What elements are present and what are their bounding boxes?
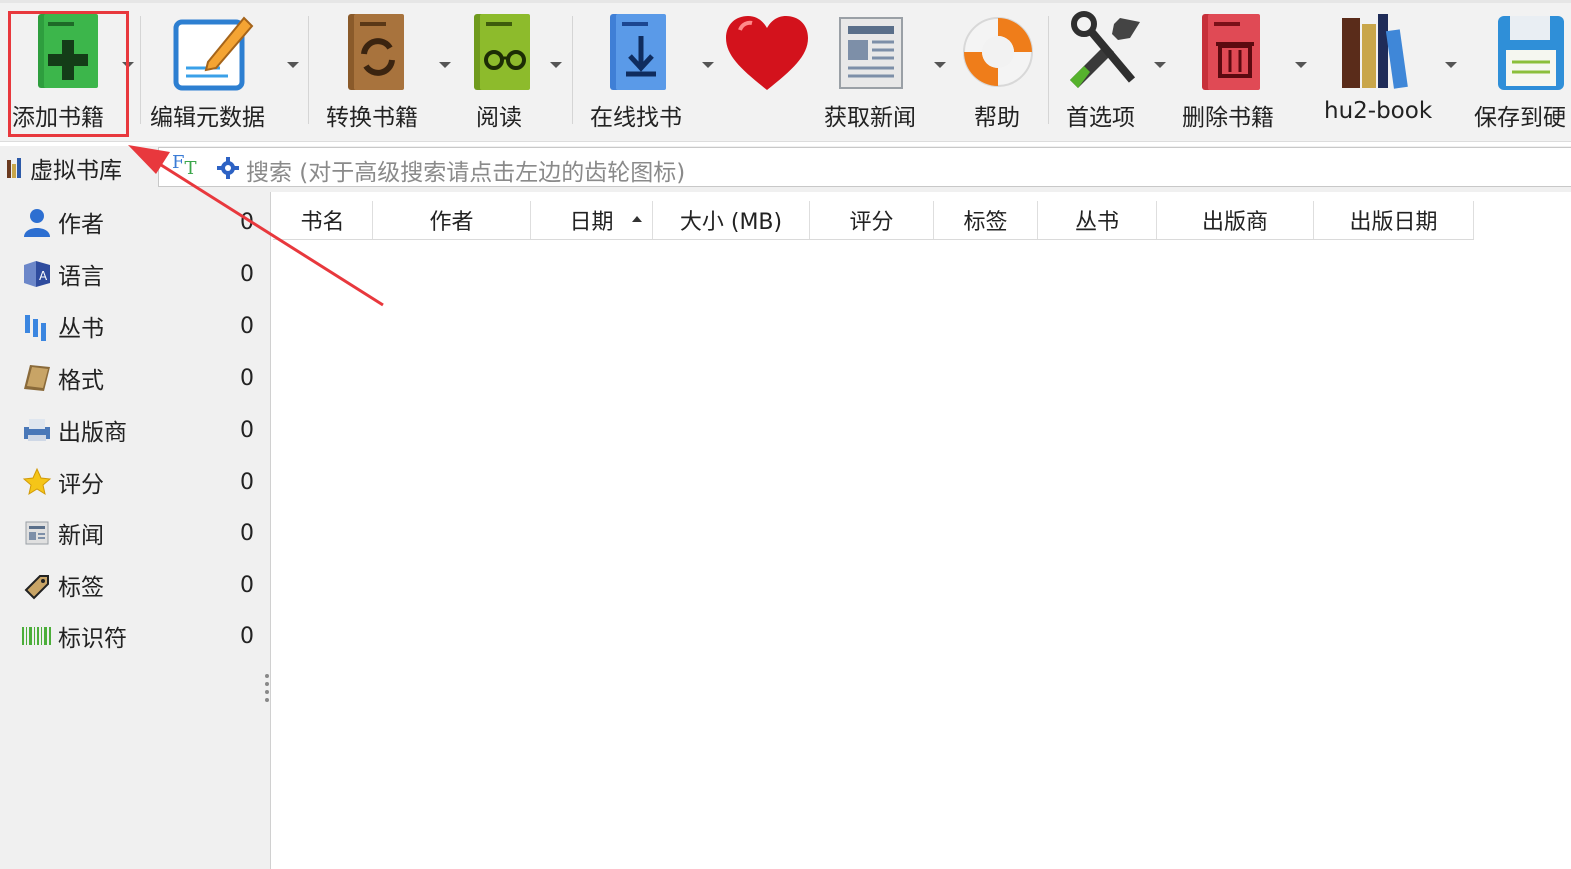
annotation-arrow <box>128 145 384 307</box>
